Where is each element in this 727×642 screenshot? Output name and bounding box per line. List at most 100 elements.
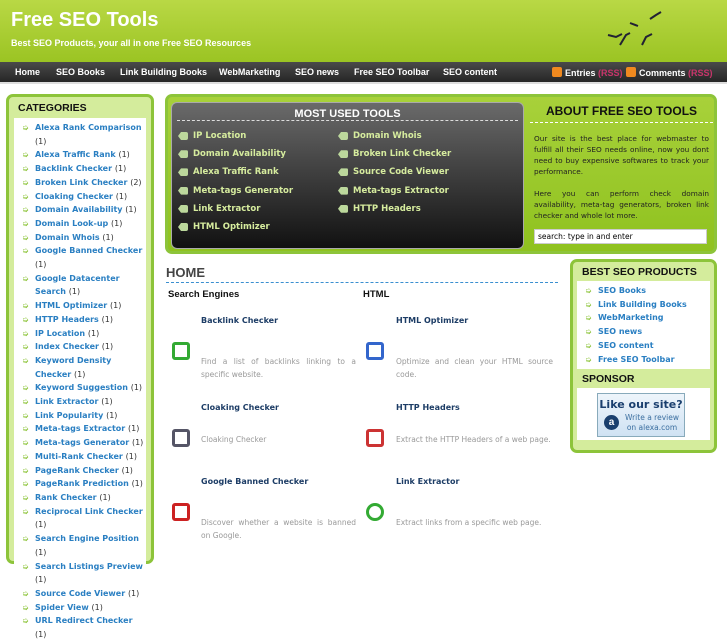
category-link[interactable]: Link Extractor bbox=[35, 397, 98, 406]
category-link[interactable]: Search Listings Preview bbox=[35, 562, 143, 571]
category-item[interactable]: URL Redirect Checker (1) bbox=[22, 614, 146, 641]
category-item[interactable]: HTTP Headers (1) bbox=[22, 313, 146, 327]
product-link[interactable]: WebMarketing bbox=[585, 311, 710, 325]
alexa-review-banner[interactable]: Like our site? a Write a review on alexa.… bbox=[597, 393, 685, 437]
category-item[interactable]: Domain Whois (1) bbox=[22, 231, 146, 245]
category-count: (1) bbox=[125, 451, 137, 461]
tool-link[interactable]: Broken Link Checker bbox=[338, 149, 451, 159]
nav-link-building-books[interactable]: Link Building Books bbox=[120, 67, 207, 77]
category-item[interactable]: Link Popularity (1) bbox=[22, 409, 146, 423]
category-item[interactable]: Search Engine Position (1) bbox=[22, 532, 146, 559]
category-link[interactable]: Multi-Rank Checker bbox=[35, 452, 123, 461]
nav-seo-books[interactable]: SEO Books bbox=[56, 67, 105, 77]
category-item[interactable]: Spider View (1) bbox=[22, 601, 146, 615]
category-link[interactable]: Rank Checker bbox=[35, 493, 97, 502]
category-link[interactable]: Meta-tags Extractor bbox=[35, 424, 125, 433]
tool-link[interactable]: HTML Optimizer bbox=[178, 222, 270, 232]
category-item[interactable]: Reciprocal Link Checker (1) bbox=[22, 505, 146, 532]
category-item[interactable]: Google Datacenter Search (1) bbox=[22, 272, 146, 299]
rss-comments[interactable]: Comments (RSS) bbox=[626, 67, 713, 78]
category-item[interactable]: Index Checker (1) bbox=[22, 340, 146, 354]
category-item[interactable]: Meta-tags Generator (1) bbox=[22, 436, 146, 450]
tool-link[interactable]: Domain Availability bbox=[178, 149, 286, 159]
category-item[interactable]: Google Banned Checker (1) bbox=[22, 244, 146, 271]
product-link[interactable]: SEO content bbox=[585, 339, 710, 353]
tool-link[interactable]: HTTP Headers bbox=[338, 204, 421, 214]
tool-link[interactable]: Domain Whois bbox=[338, 131, 422, 141]
products-list: SEO BooksLink Building BooksWebMarketing… bbox=[577, 281, 710, 370]
tool-link[interactable]: Alexa Traffic Rank bbox=[178, 167, 279, 177]
comments-rss[interactable]: (RSS) bbox=[688, 68, 713, 78]
category-link[interactable]: Spider View bbox=[35, 603, 89, 612]
category-item[interactable]: PageRank Checker (1) bbox=[22, 464, 146, 478]
nav-seo-content[interactable]: SEO content bbox=[443, 67, 497, 77]
nav-free-seo-toolbar[interactable]: Free SEO Toolbar bbox=[354, 67, 429, 77]
category-link[interactable]: Alexa Traffic Rank bbox=[35, 150, 116, 159]
category-link[interactable]: PageRank Checker bbox=[35, 466, 119, 475]
category-item[interactable]: Alexa Traffic Rank (1) bbox=[22, 148, 146, 162]
category-item[interactable]: Source Code Viewer (1) bbox=[22, 587, 146, 601]
category-link[interactable]: Keyword Suggestion bbox=[35, 383, 128, 392]
tool-title[interactable]: HTML Optimizer bbox=[396, 316, 468, 325]
category-link[interactable]: Search Engine Position bbox=[35, 534, 139, 543]
category-item[interactable]: Alexa Rank Comparison (1) bbox=[22, 121, 146, 148]
category-item[interactable]: HTML Optimizer (1) bbox=[22, 299, 146, 313]
category-item[interactable]: PageRank Prediction (1) bbox=[22, 477, 146, 491]
nav-home[interactable]: Home bbox=[15, 67, 40, 77]
category-link[interactable]: Source Code Viewer bbox=[35, 589, 125, 598]
search-input[interactable]: search: type in and enter bbox=[534, 229, 707, 244]
tool-link[interactable]: IP Location bbox=[178, 131, 246, 141]
category-item[interactable]: IP Location (1) bbox=[22, 327, 146, 341]
nav-seo-news[interactable]: SEO news bbox=[295, 67, 339, 77]
category-item[interactable]: Domain Availability (1) bbox=[22, 203, 146, 217]
site-title[interactable]: Free SEO Tools bbox=[11, 9, 158, 32]
product-link[interactable]: SEO Books bbox=[585, 284, 710, 298]
tool-link[interactable]: Meta-tags Extractor bbox=[338, 186, 449, 196]
product-link[interactable]: SEO news bbox=[585, 325, 710, 339]
tool-description: Cloaking Checker bbox=[201, 435, 267, 444]
tool-description: Extract links from a specific web page. bbox=[396, 518, 542, 527]
tool-title[interactable]: Backlink Checker bbox=[201, 316, 278, 325]
category-link[interactable]: HTTP Headers bbox=[35, 315, 99, 324]
nav-webmarketing[interactable]: WebMarketing bbox=[219, 67, 280, 77]
category-link[interactable]: Domain Whois bbox=[35, 233, 100, 242]
category-link[interactable]: IP Location bbox=[35, 329, 85, 338]
entries-rss[interactable]: (RSS) bbox=[598, 68, 623, 78]
category-link[interactable]: Alexa Rank Comparison bbox=[35, 123, 142, 132]
category-link[interactable]: HTML Optimizer bbox=[35, 301, 107, 310]
tool-title[interactable]: HTTP Headers bbox=[396, 403, 460, 412]
category-link[interactable]: PageRank Prediction bbox=[35, 479, 129, 488]
category-item[interactable]: Rank Checker (1) bbox=[22, 491, 146, 505]
tool-link[interactable]: Meta-tags Generator bbox=[178, 186, 293, 196]
tool-title[interactable]: Link Extractor bbox=[396, 477, 459, 486]
product-link[interactable]: Link Building Books bbox=[585, 298, 710, 312]
category-link[interactable]: Meta-tags Generator bbox=[35, 438, 129, 447]
category-link[interactable]: Broken Link Checker bbox=[35, 178, 127, 187]
category-item[interactable]: Cloaking Checker (1) bbox=[22, 190, 146, 204]
category-link[interactable]: Link Popularity bbox=[35, 411, 103, 420]
category-link[interactable]: URL Redirect Checker bbox=[35, 616, 133, 625]
category-item[interactable]: Multi-Rank Checker (1) bbox=[22, 450, 146, 464]
category-link[interactable]: Reciprocal Link Checker bbox=[35, 507, 143, 516]
category-link[interactable]: Backlink Checker bbox=[35, 164, 112, 173]
category-item[interactable]: Keyword Suggestion (1) bbox=[22, 381, 146, 395]
category-link[interactable]: Domain Look-up bbox=[35, 219, 108, 228]
category-link[interactable]: Google Banned Checker bbox=[35, 246, 142, 255]
category-link[interactable]: Cloaking Checker bbox=[35, 192, 113, 201]
tool-link[interactable]: Source Code Viewer bbox=[338, 167, 449, 177]
category-item[interactable]: Meta-tags Extractor (1) bbox=[22, 422, 146, 436]
product-link[interactable]: Free SEO Toolbar bbox=[585, 353, 710, 367]
category-item[interactable]: Keyword Density Checker (1) bbox=[22, 354, 146, 381]
tool-title[interactable]: Google Banned Checker bbox=[201, 477, 308, 486]
tool-icon bbox=[366, 429, 384, 447]
category-item[interactable]: Backlink Checker (1) bbox=[22, 162, 146, 176]
tool-title[interactable]: Cloaking Checker bbox=[201, 403, 279, 412]
category-link[interactable]: Domain Availability bbox=[35, 205, 123, 214]
category-item[interactable]: Search Listings Preview (1) bbox=[22, 560, 146, 587]
category-item[interactable]: Broken Link Checker (2) bbox=[22, 176, 146, 190]
category-link[interactable]: Index Checker bbox=[35, 342, 99, 351]
rss-entries[interactable]: Entries (RSS) bbox=[552, 67, 623, 78]
category-item[interactable]: Domain Look-up (1) bbox=[22, 217, 146, 231]
category-item[interactable]: Link Extractor (1) bbox=[22, 395, 146, 409]
tool-link[interactable]: Link Extractor bbox=[178, 204, 260, 214]
